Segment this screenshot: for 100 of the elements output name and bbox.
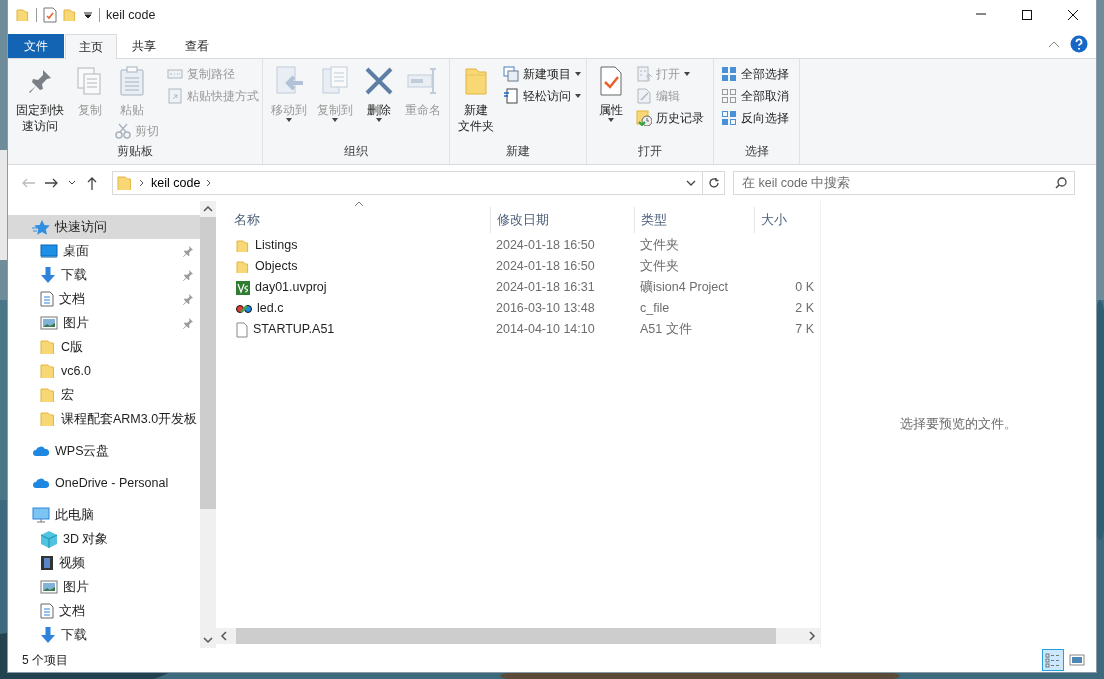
column-header[interactable]: 类型 (634, 207, 754, 233)
nav-item[interactable]: 快速访问 (8, 215, 200, 239)
nav-item[interactable]: OneDrive - Personal (8, 471, 200, 495)
download-icon (40, 626, 56, 644)
caret-icon[interactable] (575, 72, 581, 76)
chevron-down-icon[interactable] (68, 180, 76, 186)
shortcut-icon (167, 88, 183, 104)
ribbon-button[interactable]: 历史记录 (633, 107, 707, 129)
ribbon-tab[interactable]: 共享 (118, 33, 170, 58)
folder-icon (117, 176, 133, 190)
document-icon (503, 88, 519, 104)
folder-icon (236, 239, 250, 252)
refresh-button[interactable] (703, 171, 725, 195)
ribbon-button[interactable]: 删除 (359, 63, 399, 125)
ribbon-tab[interactable]: 查看 (171, 33, 223, 58)
file-size: 2 K (794, 300, 814, 318)
file-name[interactable]: led.c (216, 299, 490, 318)
nav-item[interactable]: 文档 (8, 599, 200, 623)
close-icon[interactable] (1067, 9, 1079, 21)
pictures-icon (40, 580, 58, 594)
invert-selection-icon (721, 110, 737, 126)
file-date: 2014-04-10 14:10 (495, 321, 596, 339)
nav-item[interactable]: 3D 对象 (8, 527, 200, 551)
nav-item[interactable]: 桌面 (8, 239, 200, 263)
chevron-icon[interactable] (139, 179, 145, 187)
file-type: 文件夹 (639, 237, 680, 255)
file-name[interactable]: Listings (216, 236, 490, 255)
file-name[interactable]: Objects (216, 257, 490, 276)
ribbon-button[interactable]: 新建项目 (500, 63, 584, 85)
edit-icon (636, 88, 652, 104)
nav-item[interactable]: 文档 (8, 287, 200, 311)
select-all-icon (721, 66, 737, 82)
caret-icon[interactable] (575, 94, 581, 98)
vertical-scrollbar[interactable] (200, 201, 216, 648)
help-icon[interactable] (1070, 35, 1088, 53)
forward-arrow-icon[interactable] (45, 176, 59, 190)
group-label: 新建 (505, 143, 531, 160)
nav-item[interactable]: 此电脑 (8, 503, 200, 527)
properties-icon[interactable] (43, 7, 57, 23)
address-bar[interactable]: keil code (112, 171, 703, 195)
nav-item[interactable]: C版 (8, 335, 200, 359)
select-none-icon (721, 88, 737, 104)
file-icon (236, 321, 248, 338)
file-type: 文件夹 (639, 258, 680, 276)
group-label: 组织 (343, 143, 369, 160)
nav-item[interactable]: vc6.0 (8, 359, 200, 383)
dropdown-icon[interactable] (83, 10, 93, 20)
nav-item[interactable]: 视频 (8, 551, 200, 575)
scissors-icon (115, 123, 131, 140)
column-header[interactable]: 大小 (754, 207, 820, 233)
folder-icon (16, 9, 30, 21)
file-name[interactable]: day01.uvproj (216, 278, 490, 297)
ribbon-button[interactable]: 属性 (591, 63, 631, 125)
nav-item[interactable]: 课程配套ARM3.0开发板 (8, 407, 200, 431)
group-label: 剪贴板 (116, 143, 154, 161)
up-arrow-icon[interactable] (85, 176, 99, 190)
collapse-ribbon-icon[interactable] (1048, 40, 1060, 48)
path-icon (167, 66, 183, 82)
ribbon-button[interactable]: 新建 文件夹 (454, 63, 498, 137)
nav-item[interactable]: WPS云盘 (8, 439, 200, 463)
nav-item[interactable]: 宏 (8, 383, 200, 407)
ribbon-button[interactable]: 全部取消 (718, 85, 792, 107)
caret-icon[interactable] (376, 118, 382, 123)
folder-icon (40, 364, 56, 378)
project-icon (236, 280, 250, 295)
new-item-icon (503, 66, 519, 82)
nav-item[interactable]: 图片 (8, 575, 200, 599)
cloud-icon (32, 445, 50, 457)
search-icon[interactable] (1055, 177, 1067, 189)
column-header[interactable]: 名称 (216, 207, 490, 233)
column-header[interactable]: 修改日期 (490, 207, 634, 233)
folder-icon (63, 9, 77, 21)
file-date: 2024-01-18 16:31 (495, 279, 596, 297)
rename-icon (407, 65, 439, 97)
search-field[interactable]: 在 keil code 中搜索 (733, 171, 1075, 195)
ribbon-tab[interactable]: 文件 (8, 34, 64, 58)
ribbon-button[interactable]: 固定到快 速访问 (12, 63, 68, 137)
cloud-icon (32, 477, 50, 489)
ribbon-tab[interactable]: 主页 (65, 34, 117, 59)
breadcrumb[interactable]: keil code (151, 173, 201, 193)
delete-icon (363, 65, 395, 97)
folder-icon (236, 260, 250, 273)
chevron-icon[interactable] (206, 179, 213, 187)
ribbon-button[interactable]: 全部选择 (718, 63, 792, 85)
horizontal-scrollbar[interactable] (216, 628, 820, 644)
source-file-icon (236, 302, 252, 315)
nav-item[interactable]: 下载 (8, 623, 200, 647)
caret-icon[interactable] (608, 118, 614, 123)
history-icon (636, 110, 652, 126)
dropdown-icon[interactable] (686, 180, 696, 186)
file-name[interactable]: STARTUP.A51 (216, 320, 490, 339)
nav-item[interactable]: 图片 (8, 311, 200, 335)
refresh-icon[interactable] (707, 177, 720, 189)
document-icon (40, 291, 54, 307)
nav-item[interactable]: 下载 (8, 263, 200, 287)
maximize-icon[interactable] (1021, 9, 1033, 21)
group-label: 选择 (743, 143, 770, 160)
folder-icon (40, 340, 56, 354)
ribbon-button[interactable]: 反向选择 (718, 107, 792, 129)
ribbon-button[interactable]: 轻松访问 (500, 85, 584, 107)
